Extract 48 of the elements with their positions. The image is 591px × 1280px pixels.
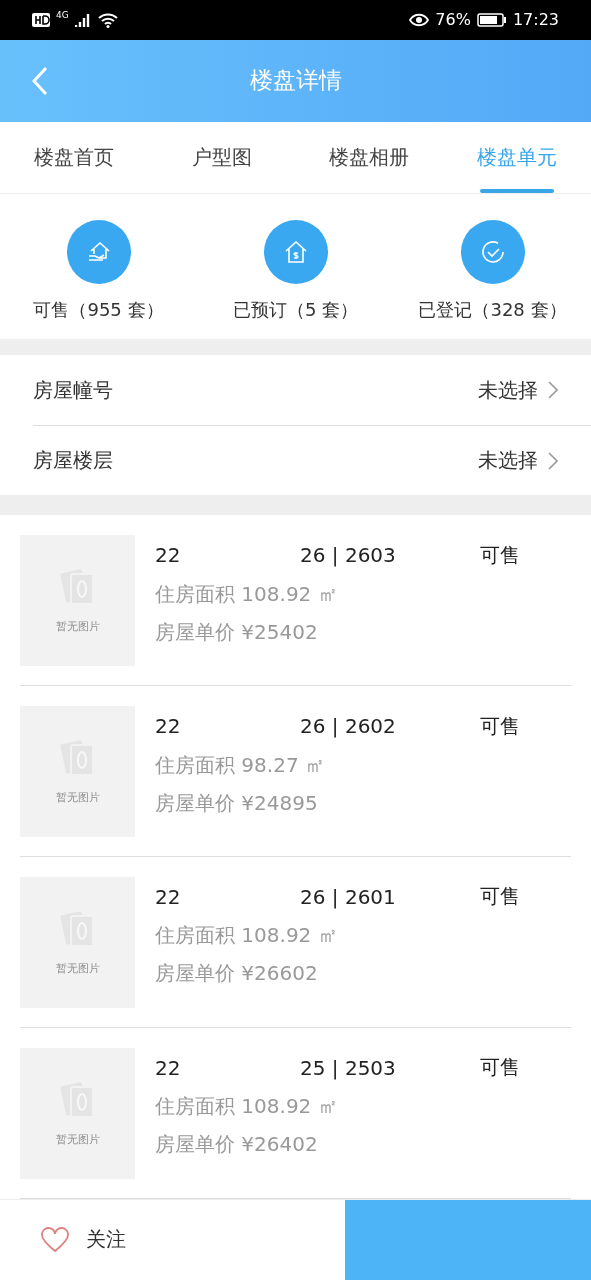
page-title: 楼盘详情	[248, 66, 343, 96]
unit-price: 房屋单价 ¥26402	[155, 1131, 319, 1159]
sale-status: 可售	[480, 1054, 521, 1082]
building-number: 22	[155, 1055, 182, 1080]
floor-area: 住房面积 108.92 ㎡	[155, 575, 571, 614]
battery-percent: 76%	[435, 10, 471, 30]
status-count-label: 已预订（5 套）	[232, 298, 359, 322]
no-image-text: 暂无图片	[55, 790, 100, 806]
heart-icon[interactable]	[40, 1226, 70, 1253]
hd-icon	[32, 12, 50, 27]
battery-icon	[476, 12, 507, 27]
filter-value[interactable]: 未选择	[478, 447, 538, 475]
unit-price: 房屋单价 ¥26602	[155, 960, 319, 988]
sale-status: 可售	[480, 541, 521, 569]
filter-value[interactable]: 未选择	[478, 376, 538, 404]
filter-label: 房屋楼层	[33, 447, 114, 475]
follow-label[interactable]: 关注	[86, 1226, 126, 1254]
building-number: 22	[155, 714, 182, 739]
wifi-icon	[96, 11, 119, 28]
tab[interactable]: 楼盘相册	[295, 122, 444, 193]
eye-icon	[409, 12, 430, 27]
chevron-right-icon[interactable]	[548, 381, 558, 400]
floor-unit: 26 | 2603	[300, 543, 397, 568]
building-number: 22	[155, 884, 182, 909]
sale-status: 可售	[480, 883, 521, 911]
status-count-label: 已登记（328 套）	[418, 298, 567, 322]
network-label: 4G	[56, 10, 69, 20]
signal-icon	[74, 11, 91, 28]
tab[interactable]: 楼盘首页	[0, 122, 148, 193]
floor-unit: 26 | 2601	[300, 884, 397, 909]
tab[interactable]: 户型图	[147, 122, 296, 193]
no-image-text: 暂无图片	[55, 1131, 100, 1147]
unit-price: 房屋单价 ¥25402	[155, 618, 319, 646]
chevron-right-icon[interactable]	[548, 451, 558, 470]
no-image-text: 暂无图片	[55, 619, 100, 635]
unit-price: 房屋单价 ¥24895	[155, 789, 319, 817]
no-image-text: 暂无图片	[55, 960, 100, 976]
floor-unit: 25 | 2503	[300, 1055, 397, 1080]
building-number: 22	[155, 543, 182, 568]
back-icon[interactable]	[32, 65, 48, 96]
sale-status: 可售	[480, 712, 521, 740]
floor-area: 住房面积 98.27 ㎡	[155, 746, 571, 785]
filter-label: 房屋幢号	[33, 376, 114, 404]
status-count-label: 可售（955 套）	[33, 298, 164, 322]
clock-time: 17:23	[512, 10, 559, 30]
floor-area: 住房面积 108.92 ㎡	[155, 1087, 571, 1126]
floor-area: 住房面积 108.92 ㎡	[155, 916, 571, 955]
floor-unit: 26 | 2602	[300, 714, 397, 739]
